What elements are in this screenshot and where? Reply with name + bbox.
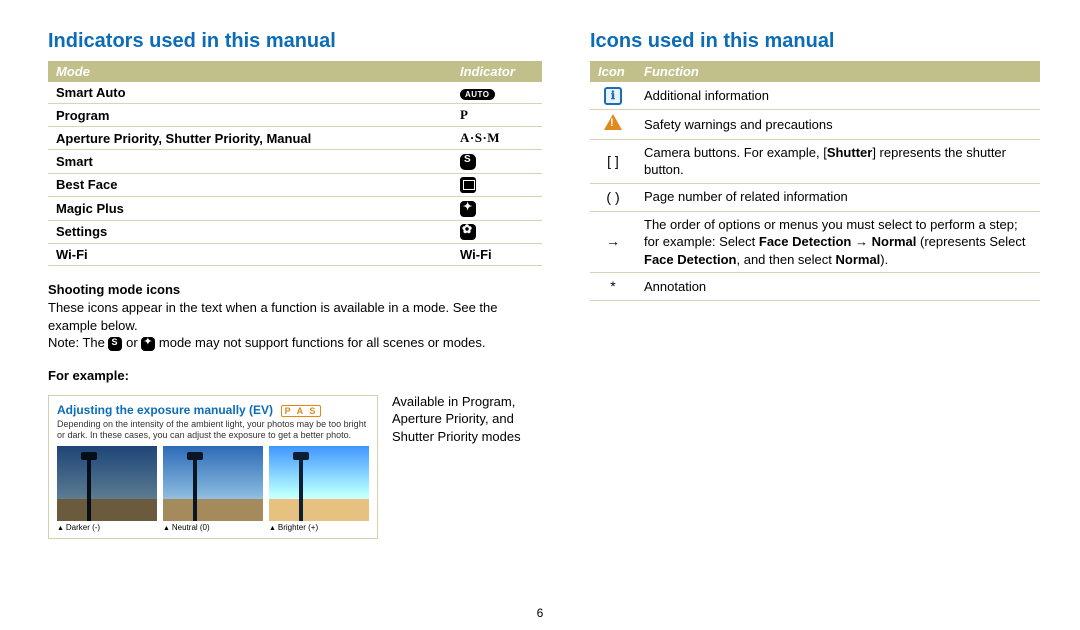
thumb-image (269, 446, 369, 521)
thumb-caption: Darker (-) (57, 523, 157, 532)
icon-cell: ( ) (590, 183, 636, 211)
indicator-cell (452, 150, 542, 174)
table-row: Magic Plus (48, 197, 542, 221)
table-row: Wi-FiWi-Fi (48, 244, 542, 266)
mode-cell: Program (48, 104, 452, 127)
indicator-cell: P (452, 104, 542, 127)
symbol-icon: → (606, 233, 620, 249)
magic-plus-icon (141, 337, 155, 351)
mode-cell: Smart Auto (48, 82, 452, 104)
th-indicator: Indicator (452, 61, 542, 82)
example-subtext: Depending on the intensity of the ambien… (57, 419, 369, 441)
function-cell: Camera buttons. For example, [Shutter] r… (636, 139, 1040, 183)
table-row: Settings (48, 220, 542, 244)
symbol-icon: [ ] (607, 153, 619, 169)
info-icon: ℹ (604, 87, 622, 105)
indicator-cell (452, 173, 542, 197)
table-row: Smart Auto AUTO (48, 82, 542, 104)
mode-glyph: P (460, 107, 468, 122)
icon-cell: → (590, 211, 636, 273)
thumb-caption: Brighter (+) (269, 523, 369, 532)
smart-icon (460, 154, 476, 170)
table-row: ( ) Page number of related information (590, 183, 1040, 211)
icons-heading: Icons used in this manual (590, 30, 1040, 53)
indicators-heading: Indicators used in this manual (48, 30, 542, 53)
example-title: Adjusting the exposure manually (EV) (57, 403, 273, 417)
table-row: → The order of options or menus you must … (590, 211, 1040, 273)
warning-icon (604, 114, 622, 130)
mode-cell: Magic Plus (48, 197, 452, 221)
symbol-icon: * (610, 278, 615, 294)
table-row: [ ] Camera buttons. For example, [Shutter… (590, 139, 1040, 183)
function-cell: Page number of related information (636, 183, 1040, 211)
function-cell: Additional information (636, 82, 1040, 110)
indicator-cell (452, 197, 542, 221)
mode-cell: Wi-Fi (48, 244, 452, 266)
shooting-mode-note: Note: The or mode may not support functi… (48, 334, 542, 352)
th-function: Function (636, 61, 1040, 82)
mode-cell: Aperture Priority, Shutter Priority, Man… (48, 127, 452, 150)
indicator-cell: AUTO (452, 82, 542, 104)
shooting-mode-heading: Shooting mode icons (48, 282, 542, 297)
table-row: Safety warnings and precautions (590, 110, 1040, 140)
th-mode: Mode (48, 61, 452, 82)
indicator-cell (452, 220, 542, 244)
function-cell: Safety warnings and precautions (636, 110, 1040, 140)
for-example-heading: For example: (48, 368, 542, 383)
mode-cell: Best Face (48, 173, 452, 197)
example-thumb: Darker (-) (57, 446, 157, 532)
mode-cell: Smart (48, 150, 452, 174)
smart-icon (108, 337, 122, 351)
symbol-icon: ( ) (606, 189, 619, 205)
example-box: Adjusting the exposure manually (EV) P A… (48, 395, 378, 540)
right-column: Icons used in this manual Icon Function … (590, 30, 1040, 539)
example-thumbs: Darker (-) Neutral (0) Brighter (+) (57, 446, 369, 532)
mode-cell: Settings (48, 220, 452, 244)
icon-cell: ℹ (590, 82, 636, 110)
thumb-caption: Neutral (0) (163, 523, 263, 532)
thumb-image (163, 446, 263, 521)
note-pre: Note: The (48, 335, 108, 350)
table-row: Smart (48, 150, 542, 174)
bestface-icon (460, 177, 476, 193)
settings-icon (460, 224, 476, 240)
example-thumb: Brighter (+) (269, 446, 369, 532)
table-row: Best Face (48, 173, 542, 197)
table-row: Program P (48, 104, 542, 127)
table-row: * Annotation (590, 273, 1040, 301)
table-row: ℹ Additional information (590, 82, 1040, 110)
indicators-table: Mode Indicator Smart Auto AUTO Program P Ape… (48, 61, 542, 266)
icon-cell (590, 110, 636, 140)
function-cell: The order of options or menus you must s… (636, 211, 1040, 273)
table-row: Aperture Priority, Shutter Priority, Man… (48, 127, 542, 150)
left-column: Indicators used in this manual Mode Indi… (48, 30, 542, 539)
example-thumb: Neutral (0) (163, 446, 263, 532)
icon-cell: [ ] (590, 139, 636, 183)
magicplus-icon (460, 201, 476, 217)
function-cell: Annotation (636, 273, 1040, 301)
thumb-image (57, 446, 157, 521)
shooting-mode-p1: These icons appear in the text when a fu… (48, 299, 542, 334)
page-number: 6 (0, 606, 1080, 620)
example-badge: P A S (281, 405, 322, 417)
note-mid: or (126, 335, 141, 350)
mode-glyph: A·S·M (460, 130, 500, 145)
th-icon: Icon (590, 61, 636, 82)
indicator-cell: A·S·M (452, 127, 542, 150)
indicator-cell: Wi-Fi (452, 244, 542, 266)
auto-icon: AUTO (460, 89, 495, 100)
icon-cell: * (590, 273, 636, 301)
icons-table: Icon Function ℹ Additional informationSaf… (590, 61, 1040, 301)
example-note: Available in Program, Aperture Priority,… (392, 389, 542, 446)
note-post: mode may not support functions for all s… (159, 335, 486, 350)
